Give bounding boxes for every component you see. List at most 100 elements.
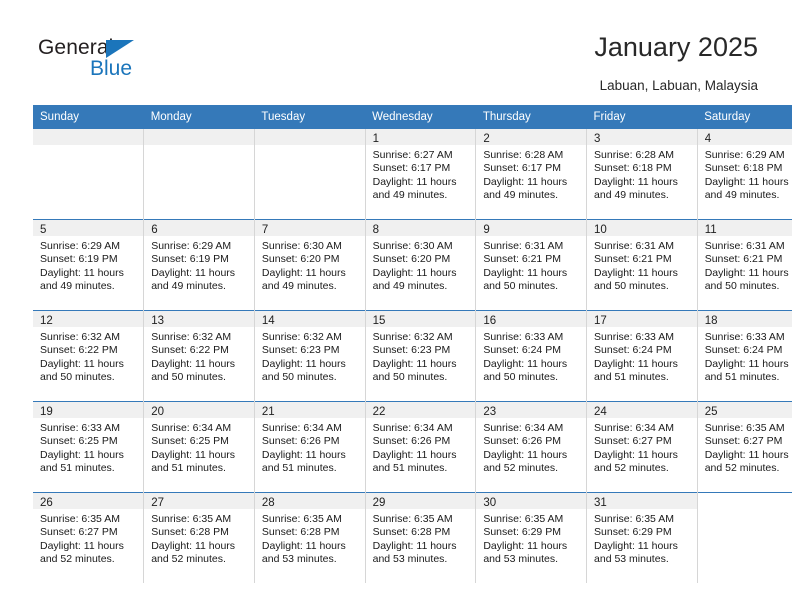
calendar-cell-empty [143,129,255,220]
general-blue-logo[interactable]: General Blue [38,36,218,86]
weekday-header-sunday: Sunday [33,105,144,129]
day-number: 12 [33,311,144,327]
daylight-text-line2: and 49 minutes. [483,189,559,202]
calendar-day-cell[interactable]: 29 Sunrise: 6:35 AM Sunset: 6:28 PM Dayligh… [365,492,477,583]
daylight-text-line2: and 49 minutes. [594,189,669,202]
calendar-day-cell[interactable]: 6 Sunrise: 6:29 AM Sunset: 6:19 PM Daylight… [143,219,255,311]
day-details: Sunrise: 6:35 AM Sunset: 6:27 PM Daylight:… [698,418,792,476]
calendar-day-cell[interactable]: 15 Sunrise: 6:32 AM Sunset: 6:23 PM Dayligh… [365,310,477,402]
calendar-day-cell[interactable]: 7 Sunrise: 6:30 AM Sunset: 6:20 PM Daylight… [254,219,366,311]
calendar-day-cell[interactable]: 3 Sunrise: 6:28 AM Sunset: 6:18 PM Daylight… [586,129,698,220]
day-number [254,129,365,145]
daylight-text-line2: and 51 minutes. [151,462,226,475]
day-details: Sunrise: 6:32 AM Sunset: 6:22 PM Daylight:… [33,327,143,385]
day-details: Sunrise: 6:35 AM Sunset: 6:27 PM Daylight:… [33,509,143,567]
daylight-text-line1: Daylight: 11 hours [151,539,236,552]
sunrise-text: Sunrise: 6:27 AM [372,149,453,161]
sunset-text: Sunset: 6:19 PM [40,253,118,266]
daylight-text-line2: and 52 minutes. [594,462,669,475]
day-number: 30 [476,493,587,509]
calendar-day-cell[interactable]: 10 Sunrise: 6:31 AM Sunset: 6:21 PM Dayligh… [586,219,698,311]
daylight-text-line2: and 50 minutes. [151,371,226,384]
sunset-text: Sunset: 6:28 PM [372,526,451,539]
calendar-grid: Sunday Monday Tuesday Wednesday Thursday… [33,105,792,583]
day-number: 3 [587,129,697,145]
sunset-text: Sunset: 6:26 PM [372,435,451,448]
calendar-day-cell[interactable]: 16 Sunrise: 6:33 AM Sunset: 6:24 PM Dayligh… [475,310,588,402]
calendar-day-cell[interactable]: 24 Sunrise: 6:34 AM Sunset: 6:27 PM Dayligh… [586,401,698,493]
daylight-text-line2: and 49 minutes. [372,189,448,202]
calendar-day-cell[interactable]: 20 Sunrise: 6:34 AM Sunset: 6:25 PM Dayligh… [143,401,255,493]
daylight-text-line1: Daylight: 11 hours [483,266,568,279]
sunset-text: Sunset: 6:19 PM [151,253,229,266]
daylight-text-line1: Daylight: 11 hours [372,539,457,552]
daylight-text-line1: Daylight: 11 hours [40,357,124,370]
daylight-text-line2: and 50 minutes. [372,371,448,384]
calendar-week-row: 19 Sunrise: 6:33 AM Sunset: 6:25 PM Dayligh… [33,401,792,493]
weekday-header-friday: Friday [586,105,698,129]
calendar-day-cell[interactable]: 30 Sunrise: 6:35 AM Sunset: 6:29 PM Dayligh… [475,492,588,583]
calendar-week-row: 26 Sunrise: 6:35 AM Sunset: 6:27 PM Dayligh… [33,492,792,583]
calendar-day-cell[interactable]: 31 Sunrise: 6:35 AM Sunset: 6:29 PM Dayligh… [586,492,698,583]
sunrise-text: Sunrise: 6:35 AM [483,513,564,525]
daylight-text-line1: Daylight: 11 hours [483,539,568,552]
calendar-head: Sunday Monday Tuesday Wednesday Thursday… [33,105,792,129]
daylight-text-line1: Daylight: 11 hours [40,266,124,279]
daylight-text-line2: and 49 minutes. [40,280,115,293]
daylight-text-line1: Daylight: 11 hours [594,175,678,188]
sunset-text: Sunset: 6:26 PM [483,435,561,448]
page-header: General Blue January 2025 Labuan, Labuan… [0,0,792,104]
calendar-day-cell[interactable]: 4 Sunrise: 6:29 AM Sunset: 6:18 PM Daylight… [697,129,792,220]
calendar-day-cell[interactable]: 26 Sunrise: 6:35 AM Sunset: 6:27 PM Dayligh… [33,492,145,583]
calendar-day-cell[interactable]: 27 Sunrise: 6:35 AM Sunset: 6:28 PM Dayligh… [143,492,255,583]
day-details: Sunrise: 6:35 AM Sunset: 6:29 PM Daylight:… [476,509,586,567]
calendar-day-cell[interactable]: 17 Sunrise: 6:33 AM Sunset: 6:24 PM Dayligh… [586,310,698,402]
calendar-day-cell[interactable]: 18 Sunrise: 6:33 AM Sunset: 6:24 PM Dayligh… [697,310,792,402]
calendar-day-cell[interactable]: 1 Sunrise: 6:27 AM Sunset: 6:17 PM Daylight… [365,129,477,220]
sunset-text: Sunset: 6:23 PM [372,344,451,357]
sunset-text: Sunset: 6:20 PM [372,253,451,266]
sunrise-text: Sunrise: 6:33 AM [704,331,785,343]
sunset-text: Sunset: 6:24 PM [483,344,561,357]
day-number: 9 [476,220,587,236]
daylight-text-line1: Daylight: 11 hours [151,266,236,279]
calendar-day-cell[interactable]: 13 Sunrise: 6:32 AM Sunset: 6:22 PM Dayligh… [143,310,255,402]
calendar-day-cell[interactable]: 14 Sunrise: 6:32 AM Sunset: 6:23 PM Dayligh… [254,310,366,402]
day-details: Sunrise: 6:31 AM Sunset: 6:21 PM Daylight:… [476,236,586,294]
sunrise-text: Sunrise: 6:28 AM [594,149,674,161]
calendar-day-cell[interactable]: 12 Sunrise: 6:32 AM Sunset: 6:22 PM Dayligh… [33,310,145,402]
day-details: Sunrise: 6:35 AM Sunset: 6:28 PM Daylight:… [366,509,476,567]
sunset-text: Sunset: 6:27 PM [594,435,672,448]
daylight-text-line2: and 49 minutes. [261,280,337,293]
calendar-cell-empty [254,129,366,220]
calendar-week-row: 12 Sunrise: 6:32 AM Sunset: 6:22 PM Dayligh… [33,310,792,402]
sunrise-text: Sunrise: 6:30 AM [261,240,342,252]
calendar-day-cell[interactable]: 23 Sunrise: 6:34 AM Sunset: 6:26 PM Dayligh… [475,401,588,493]
sunrise-text: Sunrise: 6:29 AM [704,149,785,161]
sunset-text: Sunset: 6:28 PM [151,526,229,539]
sunset-text: Sunset: 6:25 PM [40,435,118,448]
sunrise-text: Sunrise: 6:31 AM [594,240,674,252]
calendar-day-cell[interactable]: 2 Sunrise: 6:28 AM Sunset: 6:17 PM Daylight… [475,129,588,220]
daylight-text-line1: Daylight: 11 hours [594,539,678,552]
calendar-day-cell[interactable]: 28 Sunrise: 6:35 AM Sunset: 6:28 PM Dayligh… [254,492,366,583]
calendar-day-cell[interactable]: 9 Sunrise: 6:31 AM Sunset: 6:21 PM Daylight… [475,219,588,311]
sunset-text: Sunset: 6:24 PM [704,344,783,357]
daylight-text-line1: Daylight: 11 hours [261,357,346,370]
calendar-day-cell[interactable]: 19 Sunrise: 6:33 AM Sunset: 6:25 PM Dayligh… [33,401,145,493]
calendar-day-cell[interactable]: 5 Sunrise: 6:29 AM Sunset: 6:19 PM Daylight… [33,219,145,311]
daylight-text-line1: Daylight: 11 hours [483,448,568,461]
calendar-day-cell[interactable]: 21 Sunrise: 6:34 AM Sunset: 6:26 PM Dayligh… [254,401,366,493]
daylight-text-line1: Daylight: 11 hours [594,266,678,279]
calendar-day-cell[interactable]: 22 Sunrise: 6:34 AM Sunset: 6:26 PM Dayligh… [365,401,477,493]
calendar-day-cell[interactable]: 8 Sunrise: 6:30 AM Sunset: 6:20 PM Daylight… [365,219,477,311]
sunrise-text: Sunrise: 6:33 AM [40,422,120,434]
daylight-text-line1: Daylight: 11 hours [261,266,346,279]
calendar-day-cell[interactable]: 11 Sunrise: 6:31 AM Sunset: 6:21 PM Dayligh… [697,219,792,311]
day-details: Sunrise: 6:31 AM Sunset: 6:21 PM Daylight:… [698,236,792,294]
sunset-text: Sunset: 6:27 PM [704,435,783,448]
sunset-text: Sunset: 6:24 PM [594,344,672,357]
daylight-text-line2: and 49 minutes. [704,189,780,202]
daylight-text-line2: and 50 minutes. [594,280,669,293]
calendar-day-cell[interactable]: 25 Sunrise: 6:35 AM Sunset: 6:27 PM Dayligh… [697,401,792,493]
